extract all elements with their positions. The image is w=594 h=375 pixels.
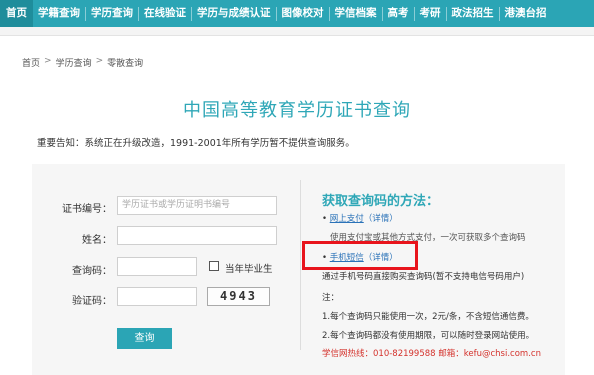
- current-graduate-checkbox[interactable]: [209, 261, 219, 271]
- name-input[interactable]: [117, 226, 277, 245]
- method-online-pay: • 网上支付（详情）: [322, 212, 398, 224]
- nav-item-degree-query[interactable]: 学历查询: [86, 0, 138, 27]
- panel-divider: [300, 180, 301, 350]
- captcha-image[interactable]: 4943: [207, 287, 270, 306]
- nav-item-hmt-admission[interactable]: 港澳台招: [500, 0, 552, 27]
- verify-code-label: 验证码：: [72, 296, 112, 307]
- cert-number-input[interactable]: 学历证书或学历证明书编号: [117, 196, 277, 215]
- important-notice: 重要告知：系统正在升级改造，1991-2001年所有学历暂不提供查询服务。: [37, 138, 355, 149]
- cert-number-label: 证书编号：: [62, 204, 112, 215]
- breadcrumb: 首页 > 学历查询 > 零散查询: [22, 56, 143, 69]
- query-code-input[interactable]: [117, 257, 197, 276]
- verify-code-input[interactable]: [117, 287, 197, 306]
- online-pay-detail-link[interactable]: （详情）: [364, 214, 398, 224]
- query-button[interactable]: 查询: [117, 328, 172, 349]
- breadcrumb-current: 零散查询: [107, 59, 144, 69]
- hotline-info: 学信网热线：010-82199588 邮箱：kefu@chsi.com.cn: [322, 349, 541, 359]
- note-1: 1.每个查询码只能使用一次，2元/条，不含短信通信费。: [322, 312, 534, 322]
- nav-item-gaokao[interactable]: 高考: [383, 0, 414, 27]
- nav-item-image-check[interactable]: 图像校对: [277, 0, 329, 27]
- nav-item-kaoyan[interactable]: 考研: [415, 0, 446, 27]
- online-pay-link[interactable]: 网上支付: [330, 214, 364, 224]
- breadcrumb-separator: >: [95, 56, 104, 66]
- breadcrumb-home[interactable]: 首页: [22, 56, 40, 69]
- highlight-box: [302, 241, 418, 270]
- sms-description: 通过手机号码直接购买查询码(暂不支持电信号码用户): [322, 272, 525, 282]
- current-graduate-label: 当年毕业生: [225, 264, 273, 275]
- note-label: 注：: [322, 293, 340, 303]
- breadcrumb-separator: >: [44, 56, 52, 66]
- nav-item-law-admission[interactable]: 政法招生: [447, 0, 499, 27]
- nav-item-student-status[interactable]: 学籍查询: [33, 0, 85, 27]
- page-title: 中国高等教育学历证书查询: [183, 100, 411, 121]
- query-code-label: 查询码：: [72, 266, 112, 277]
- nav-item-online-verify[interactable]: 在线验证: [139, 0, 191, 27]
- top-navigation: 首页 学籍查询 学历查询 在线验证 学历与成绩认证 图像校对 学信档案 高考 考…: [0, 0, 594, 27]
- name-label: 姓名：: [82, 235, 112, 246]
- nav-item-archive[interactable]: 学信档案: [330, 0, 382, 27]
- sub-bar: [0, 27, 594, 36]
- note-2: 2.每个查询码都没有使用期限，可以随时登录网站使用。: [322, 331, 535, 341]
- nav-item-certification[interactable]: 学历与成绩认证: [192, 0, 276, 27]
- methods-title: 获取查询码的方法：: [322, 194, 440, 209]
- nav-item-home[interactable]: 首页: [0, 0, 33, 27]
- breadcrumb-degree-query[interactable]: 学历查询: [56, 56, 92, 69]
- bullet: •: [322, 214, 328, 224]
